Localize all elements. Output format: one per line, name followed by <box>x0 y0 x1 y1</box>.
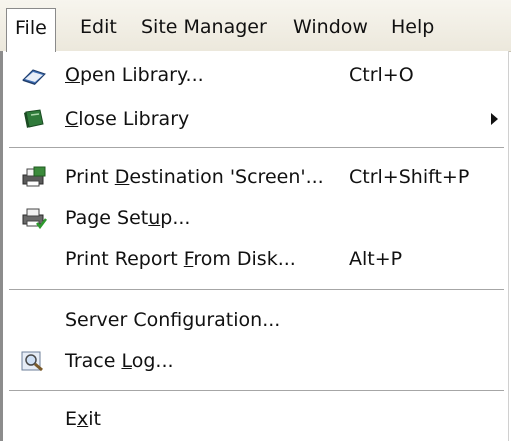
menu-site-manager[interactable]: Site Manager <box>141 8 267 46</box>
menu-window[interactable]: Window <box>293 8 368 46</box>
menu-bar: File Edit Site Manager Window Help <box>0 0 511 52</box>
shortcut-print-destination: Ctrl+Shift+P <box>349 166 470 188</box>
menu-item-print-destination[interactable]: Print Destination 'Screen'... Ctrl+Shift… <box>3 157 508 197</box>
shortcut-open-library: Ctrl+O <box>349 64 414 86</box>
page-setup-printer-icon <box>21 207 47 230</box>
closed-book-icon <box>21 108 47 130</box>
menu-separator <box>9 147 504 149</box>
menu-item-server-configuration[interactable]: Server Configuration... <box>3 300 508 340</box>
menu-separator <box>9 390 504 392</box>
menu-edit[interactable]: Edit <box>80 8 117 46</box>
menu-item-open-library[interactable]: Open Library... Ctrl+O <box>3 55 508 95</box>
submenu-arrow-icon <box>491 113 498 125</box>
menu-file[interactable]: File <box>6 8 56 52</box>
menu-item-trace-log[interactable]: Trace Log... <box>3 341 508 381</box>
magnifier-log-icon <box>21 350 47 372</box>
shortcut-print-report: Alt+P <box>349 248 403 270</box>
file-menu-dropdown: Open Library... Ctrl+O Close Library Pri… <box>0 51 509 441</box>
menu-item-page-setup[interactable]: Page Setup... <box>3 198 508 238</box>
open-book-icon <box>21 64 47 86</box>
menu-item-close-library[interactable]: Close Library <box>3 99 508 139</box>
printer-screen-icon <box>21 166 47 188</box>
menu-help[interactable]: Help <box>391 8 434 46</box>
menu-separator <box>9 289 504 291</box>
menu-item-print-report-from-disk[interactable]: Print Report From Disk... Alt+P <box>3 239 508 279</box>
menu-item-exit[interactable]: Exit <box>3 399 508 439</box>
